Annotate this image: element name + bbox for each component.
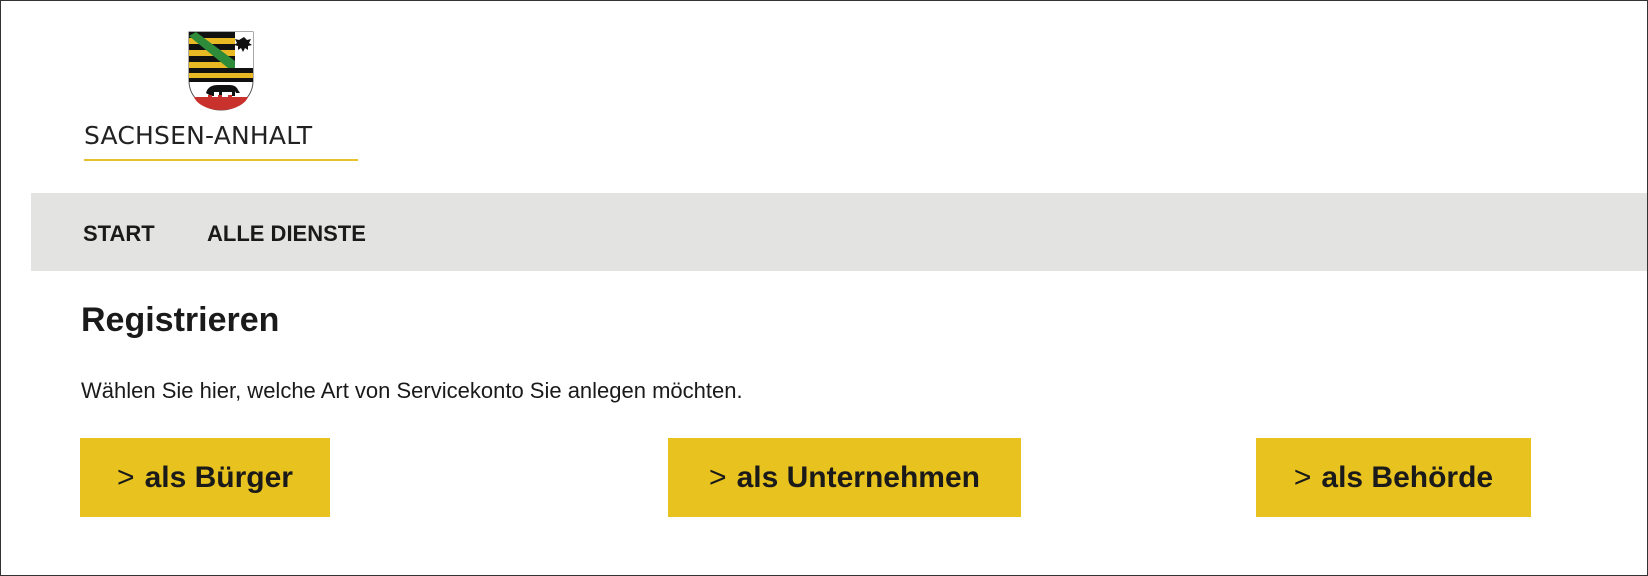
register-authority-label: als Behörde (1321, 460, 1494, 494)
nav-item-start[interactable]: START (83, 221, 155, 247)
coat-of-arms-icon (188, 31, 254, 111)
register-company-label: als Unternehmen (736, 460, 980, 494)
nav-item-alle-dienste[interactable]: ALLE DIENSTE (207, 221, 366, 247)
intro-text: Wählen Sie hier, welche Art von Servicek… (81, 378, 743, 403)
register-citizen-label: als Bürger (144, 460, 293, 494)
register-authority-button[interactable]: > als Behörde (1256, 438, 1531, 517)
page-title: Registrieren (81, 301, 280, 339)
chevron-right-icon: > (117, 460, 135, 494)
logo-wordmark: SACHSEN-ANHALT (84, 121, 313, 150)
chevron-right-icon: > (709, 460, 727, 494)
register-citizen-button[interactable]: > als Bürger (80, 438, 330, 517)
page-frame: SACHSEN-ANHALT START ALLE DIENSTE Regist… (0, 0, 1648, 576)
logo-underline (84, 159, 358, 161)
site-logo[interactable]: SACHSEN-ANHALT (84, 29, 358, 163)
main-navigation: START ALLE DIENSTE (31, 193, 1647, 271)
chevron-right-icon: > (1293, 460, 1312, 494)
register-company-button[interactable]: > als Unternehmen (668, 438, 1021, 517)
